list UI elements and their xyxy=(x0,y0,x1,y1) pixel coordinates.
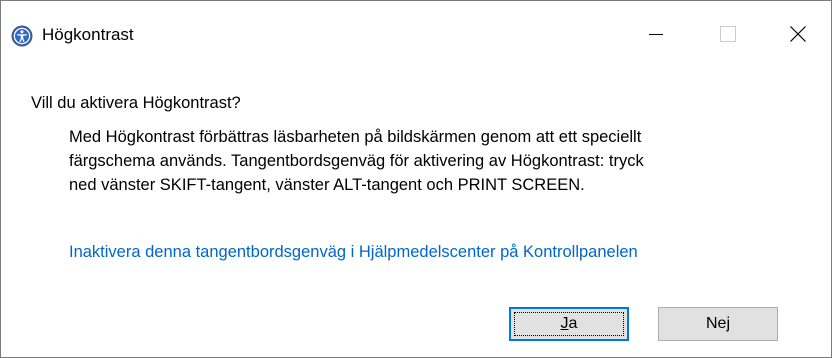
label-rest: a xyxy=(568,315,578,332)
question-text: Vill du aktivera Högkontrast? xyxy=(31,94,241,112)
no-button[interactable]: Nej xyxy=(658,307,778,341)
maximize-button xyxy=(693,1,763,67)
description-line: ned vänster SKIFT-tangent, vänster ALT-t… xyxy=(69,176,585,194)
yes-button-label: Ja xyxy=(561,315,578,333)
description-text: Med Högkontrast förbättras läsbarheten p… xyxy=(69,125,809,197)
label-lead: Ne xyxy=(705,315,727,332)
mnemonic-key: J xyxy=(560,315,569,332)
dialog-body: Vill du aktivera Högkontrast? Med Högkon… xyxy=(1,67,831,357)
minimize-icon xyxy=(649,34,663,35)
maximize-icon xyxy=(720,26,736,42)
close-button[interactable] xyxy=(763,1,831,67)
mnemonic-key: j xyxy=(726,315,730,332)
description-line: Med Högkontrast förbättras läsbarheten p… xyxy=(69,128,642,146)
description-line: färgschema används. Tangentbordsgenväg f… xyxy=(69,152,644,170)
dialog-window: Högkontrast Vill du aktivera Högkontrast… xyxy=(0,0,832,358)
accessibility-icon xyxy=(11,25,33,47)
no-button-label: Nej xyxy=(706,315,730,333)
control-panel-link[interactable]: Inaktivera denna tangentbordsgenväg i Hj… xyxy=(69,241,638,263)
close-icon xyxy=(790,26,806,42)
window-title: Högkontrast xyxy=(42,25,134,44)
title-bar[interactable]: Högkontrast xyxy=(1,1,831,67)
minimize-button[interactable] xyxy=(621,1,691,67)
yes-button[interactable]: Ja xyxy=(509,307,629,341)
